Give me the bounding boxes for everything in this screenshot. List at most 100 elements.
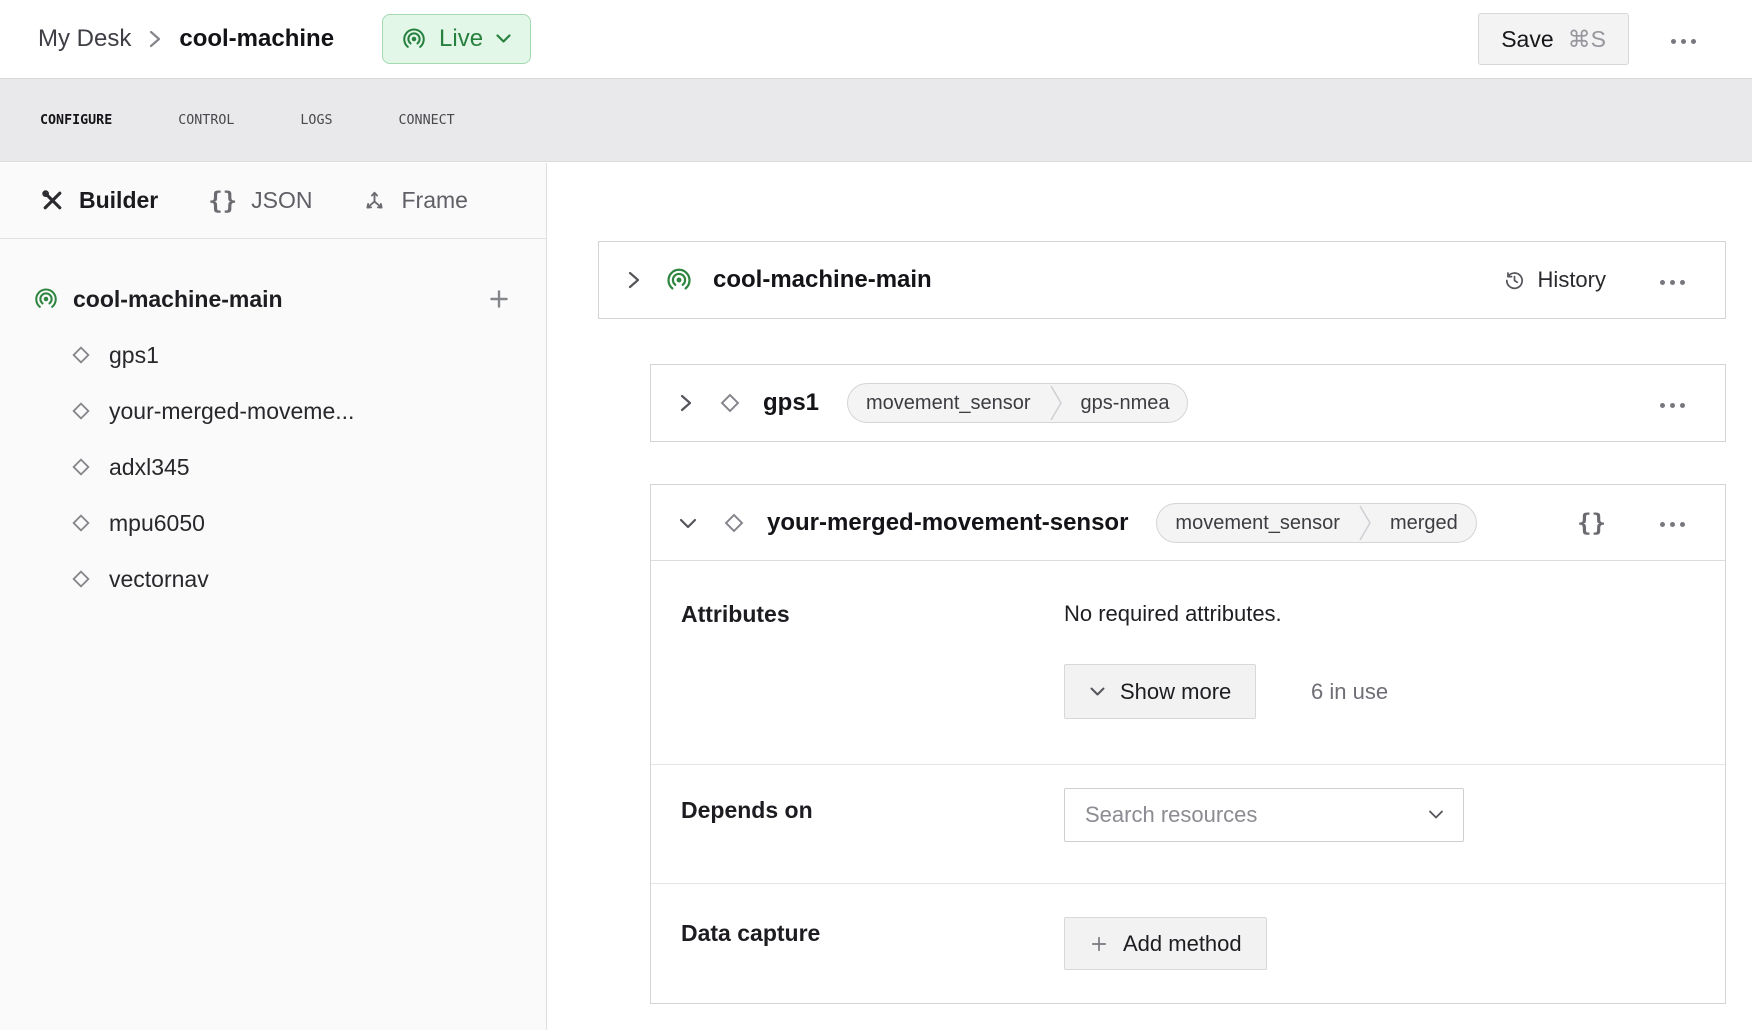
sensor-menu-button[interactable]	[1650, 505, 1695, 540]
tree-item-label: your-merged-moveme...	[109, 398, 354, 425]
save-button[interactable]: Save ⌘S	[1478, 13, 1629, 65]
chevron-right-icon	[625, 269, 643, 291]
tree-item-label: gps1	[109, 342, 159, 369]
tree-item-label: adxl345	[109, 454, 190, 481]
save-shortcut: ⌘S	[1568, 26, 1606, 53]
machine-part-menu-button[interactable]	[1650, 263, 1695, 298]
main-tab-bar: CONFIGURE CONTROL LOGS CONNECT	[0, 78, 1752, 162]
gps1-resource-card: gps1 movement_sensor gps-nmea	[650, 364, 1726, 442]
tree-item-label: cool-machine-main	[73, 286, 283, 313]
ellipsis-icon	[1660, 522, 1685, 527]
plus-icon	[1089, 934, 1109, 954]
merged-sensor-card: your-merged-movement-sensor movement_sen…	[650, 484, 1726, 1004]
attributes-section: Attributes No required attributes. Show …	[651, 561, 1725, 765]
add-resource-button[interactable]	[486, 286, 512, 312]
machine-part-title: cool-machine-main	[713, 266, 932, 294]
attributes-in-use-count: 6 in use	[1311, 679, 1388, 705]
resource-type-tag: movement_sensor merged	[1156, 503, 1476, 543]
chevron-down-icon	[1089, 686, 1106, 698]
gps1-title: gps1	[763, 389, 819, 417]
resource-type-tag: movement_sensor gps-nmea	[847, 383, 1188, 423]
merged-sensor-title: your-merged-movement-sensor	[767, 509, 1128, 537]
machine-menu-button[interactable]	[1661, 22, 1706, 57]
component-diamond-icon	[69, 343, 93, 367]
expand-gps1-button[interactable]	[675, 390, 697, 416]
history-button[interactable]: History	[1503, 267, 1606, 293]
mode-json-label: JSON	[251, 187, 312, 214]
component-diamond-icon	[69, 567, 93, 591]
broadcast-icon	[33, 286, 59, 312]
tree-item-merged-sensor[interactable]: your-merged-moveme...	[0, 383, 546, 439]
mode-json[interactable]: {} JSON	[208, 187, 312, 215]
depends-on-label: Depends on	[681, 797, 813, 824]
breadcrumb: My Desk cool-machine	[38, 25, 334, 53]
expand-machine-card-button[interactable]	[623, 267, 645, 293]
show-more-label: Show more	[1120, 679, 1231, 705]
chevron-right-icon	[677, 392, 695, 414]
ellipsis-icon	[1660, 280, 1685, 285]
tag-model: gps-nmea	[1063, 383, 1188, 423]
tree-item-label: mpu6050	[109, 510, 205, 537]
tab-logs[interactable]: LOGS	[300, 107, 332, 134]
depends-on-placeholder: Search resources	[1085, 802, 1427, 828]
history-icon	[1503, 269, 1526, 292]
add-method-button[interactable]: Add method	[1064, 917, 1267, 970]
save-label: Save	[1501, 26, 1553, 53]
top-bar: My Desk cool-machine Live Save ⌘S	[0, 0, 1752, 78]
tree-item-gps1[interactable]: gps1	[0, 327, 546, 383]
merged-sensor-card-header: your-merged-movement-sensor movement_sen…	[651, 485, 1725, 561]
breadcrumb-parent[interactable]: My Desk	[38, 25, 131, 53]
tag-divider-icon	[1358, 503, 1372, 543]
tree-item-mpu6050[interactable]: mpu6050	[0, 495, 546, 551]
gps1-menu-button[interactable]	[1650, 386, 1695, 421]
ellipsis-icon	[1671, 39, 1696, 44]
chevron-right-icon	[147, 28, 163, 50]
mode-builder[interactable]: Builder	[40, 187, 158, 214]
chevron-down-icon	[495, 33, 512, 45]
add-method-label: Add method	[1123, 931, 1242, 957]
attributes-empty-text: No required attributes.	[1064, 601, 1282, 627]
component-diamond-icon	[69, 399, 93, 423]
tree-item-adxl345[interactable]: adxl345	[0, 439, 546, 495]
component-diamond-icon	[721, 510, 747, 536]
braces-icon: {}	[208, 187, 237, 215]
view-mode-switcher: Builder {} JSON Frame	[0, 163, 546, 239]
tab-connect[interactable]: CONNECT	[399, 107, 455, 134]
tag-divider-icon	[1049, 383, 1063, 423]
frame-axes-icon	[362, 188, 387, 213]
data-capture-label: Data capture	[681, 920, 820, 947]
tab-configure[interactable]: CONFIGURE	[40, 107, 112, 134]
config-main-panel: cool-machine-main History	[548, 163, 1752, 1030]
tab-control[interactable]: CONTROL	[178, 107, 234, 134]
collapse-sensor-button[interactable]	[675, 512, 701, 534]
show-more-button[interactable]: Show more	[1064, 664, 1256, 719]
tools-icon	[40, 188, 65, 213]
component-diamond-icon	[717, 390, 743, 416]
component-diamond-icon	[69, 455, 93, 479]
tag-subtype: movement_sensor	[1157, 503, 1358, 543]
component-diamond-icon	[69, 511, 93, 535]
tag-model: merged	[1372, 503, 1476, 543]
chevron-down-icon	[677, 514, 699, 532]
resource-tree: cool-machine-main gps1 your-merged-movem…	[0, 239, 546, 607]
broadcast-icon	[401, 26, 427, 52]
live-label: Live	[439, 25, 483, 53]
tree-item-label: vectornav	[109, 566, 209, 593]
depends-on-section: Depends on Search resources	[651, 765, 1725, 884]
breadcrumb-current: cool-machine	[179, 25, 334, 53]
mode-frame-label: Frame	[401, 187, 467, 214]
broadcast-icon	[665, 266, 693, 294]
plus-icon	[486, 286, 512, 312]
config-sidebar: Builder {} JSON Frame cool-machin	[0, 163, 547, 1030]
attributes-label: Attributes	[681, 601, 790, 628]
live-status-badge[interactable]: Live	[382, 14, 531, 64]
mode-builder-label: Builder	[79, 187, 158, 214]
depends-on-select[interactable]: Search resources	[1064, 788, 1464, 842]
tree-item-vectornav[interactable]: vectornav	[0, 551, 546, 607]
edit-json-button[interactable]: {}	[1577, 509, 1606, 537]
data-capture-section: Data capture Add method	[651, 884, 1725, 1003]
chevron-down-icon	[1427, 809, 1445, 821]
tree-item-machine-main[interactable]: cool-machine-main	[0, 271, 546, 327]
mode-frame[interactable]: Frame	[362, 187, 467, 214]
machine-part-card: cool-machine-main History	[598, 241, 1726, 319]
